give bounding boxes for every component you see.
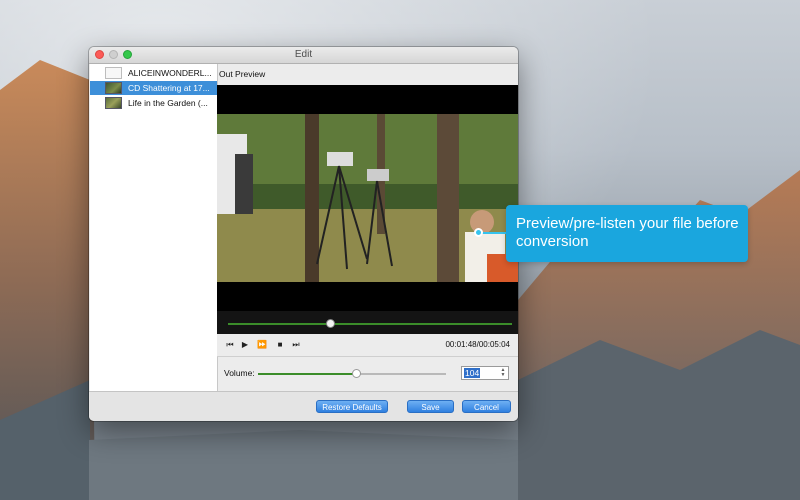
file-name: ALICEINWONDERL...	[128, 68, 212, 78]
video-frame	[217, 114, 518, 282]
volume-label: Volume:	[224, 368, 255, 378]
restore-defaults-button[interactable]: Restore Defaults	[316, 400, 388, 413]
preview-label: Out Preview	[219, 69, 266, 79]
volume-slider-handle[interactable]	[351, 369, 361, 378]
file-item-cd-shattering[interactable]: CD Shattering at 17...	[90, 81, 217, 95]
play-icon[interactable]: ▶	[239, 339, 251, 351]
file-list: ALICEINWONDERL... CD Shattering at 17...…	[90, 64, 218, 391]
title-bar[interactable]: Edit	[89, 47, 518, 64]
callout-pointer-dot	[474, 228, 483, 237]
window-title: Edit	[294, 49, 313, 60]
save-button[interactable]: Save	[407, 400, 454, 413]
video-thumbnail-icon	[105, 97, 122, 109]
skip-start-icon[interactable]: ⏮	[224, 339, 236, 351]
time-readout: 00:01:48/00:05:04	[445, 340, 510, 349]
volume-level-fill	[258, 373, 356, 375]
feature-callout: Preview/pre-listen your file before conv…	[506, 205, 748, 262]
stepper-arrows-icon[interactable]: ▲ ▼	[499, 368, 507, 378]
file-item-life-in-garden[interactable]: Life in the Garden (...	[90, 96, 217, 110]
seek-handle[interactable]	[326, 319, 336, 328]
seek-bar[interactable]	[217, 311, 518, 334]
fast-forward-icon[interactable]: ⏩	[256, 339, 268, 351]
stop-icon[interactable]: ■	[274, 339, 286, 351]
volume-value: 104	[464, 368, 481, 378]
button-bar: Restore Defaults Save Cancel	[89, 391, 518, 421]
file-name: Life in the Garden (...	[128, 98, 208, 108]
audio-file-icon	[105, 67, 122, 79]
video-thumbnail-icon	[105, 82, 122, 94]
video-preview[interactable]	[217, 85, 518, 311]
cancel-button[interactable]: Cancel	[462, 400, 511, 413]
file-item-alice[interactable]: ALICEINWONDERL...	[90, 66, 217, 80]
file-name: CD Shattering at 17...	[128, 83, 210, 93]
edit-window: Edit ALICEINWONDERL... CD Shattering at …	[89, 47, 518, 421]
skip-end-icon[interactable]: ⏭	[290, 339, 302, 351]
volume-row: Volume: 104 ▲ ▼	[217, 357, 518, 391]
seek-track	[228, 323, 512, 325]
volume-stepper-field[interactable]: 104 ▲ ▼	[461, 366, 509, 380]
playback-controls: ⏮ ▶ ⏩ ■ ⏭ 00:01:48/00:05:04	[217, 334, 518, 357]
